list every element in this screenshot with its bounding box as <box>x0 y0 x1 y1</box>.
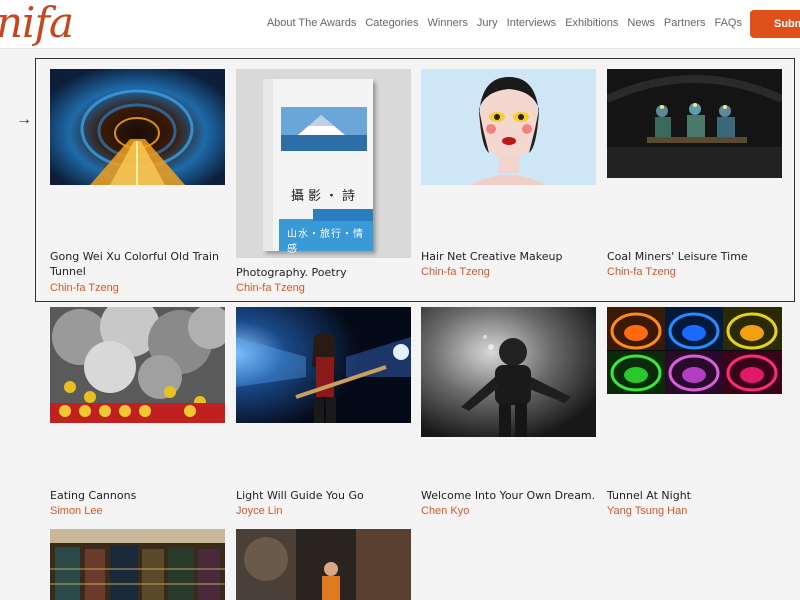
card-title[interactable]: Photography. Poetry <box>236 265 411 280</box>
nav-winners[interactable]: Winners <box>428 17 468 29</box>
photo-diver-dream[interactable] <box>421 307 596 437</box>
card-title[interactable]: Gong Wei Xu Colorful Old Train Tunnel <box>50 249 225 279</box>
nav-jury[interactable]: Jury <box>477 17 498 29</box>
submit-button[interactable]: Submit <box>750 10 800 38</box>
card-author[interactable]: Yang Tsung Han <box>607 504 687 518</box>
nav-partners[interactable]: Partners <box>664 17 706 29</box>
nav-about[interactable]: About The Awards <box>267 17 357 29</box>
card-title[interactable]: Coal Miners' Leisure Time <box>607 249 782 264</box>
main-nav: About The Awards Categories Winners Jury… <box>267 17 742 29</box>
book-subtitle: 山水・旅行・情感 <box>287 229 364 255</box>
nav-exhibitions[interactable]: Exhibitions <box>565 17 618 29</box>
card-title[interactable]: Eating Cannons <box>50 488 225 503</box>
card-author[interactable]: Chin-fa Tzeng <box>607 265 676 279</box>
photo-concert-light[interactable] <box>236 307 411 423</box>
card-title[interactable]: Light Will Guide You Go <box>236 488 411 503</box>
nav-news[interactable]: News <box>627 17 655 29</box>
card-title[interactable]: Hair Net Creative Makeup <box>421 249 596 264</box>
nav-categories[interactable]: Categories <box>365 17 418 29</box>
photo-tunnel-night[interactable] <box>607 307 782 394</box>
card-author[interactable]: Chin-fa Tzeng <box>236 281 305 295</box>
card-author[interactable]: Simon Lee <box>50 504 103 518</box>
photo-hairnet-makeup[interactable] <box>421 69 596 185</box>
site-header: nifa About The Awards Categories Winners… <box>0 0 800 49</box>
photo-coal-miners[interactable] <box>607 69 782 178</box>
nav-faqs[interactable]: FAQs <box>714 17 742 29</box>
card-author[interactable]: Joyce Lin <box>236 504 282 518</box>
pointer-arrow-icon: → <box>16 111 32 128</box>
photo-bookstore[interactable] <box>50 529 225 600</box>
photo-temple-woman[interactable] <box>236 529 411 600</box>
nav-interviews[interactable]: Interviews <box>507 17 557 29</box>
photo-book-cover[interactable]: 攝影・詩 山水・旅行・情感 <box>236 69 411 258</box>
card-author[interactable]: Chin-fa Tzeng <box>50 281 119 295</box>
card-title[interactable]: Tunnel At Night <box>607 488 782 503</box>
book-cover: 攝影・詩 山水・旅行・情感 <box>263 79 373 255</box>
card-author[interactable]: Chen Kyo <box>421 504 469 518</box>
site-logo[interactable]: nifa <box>0 0 74 47</box>
photo-eating-cannons[interactable] <box>50 307 225 423</box>
book-title: 攝影・詩 <box>291 189 360 204</box>
photo-train-tunnel[interactable] <box>50 69 225 185</box>
card-title[interactable]: Welcome Into Your Own Dream. <box>421 488 596 503</box>
card-author[interactable]: Chin-fa Tzeng <box>421 265 490 279</box>
